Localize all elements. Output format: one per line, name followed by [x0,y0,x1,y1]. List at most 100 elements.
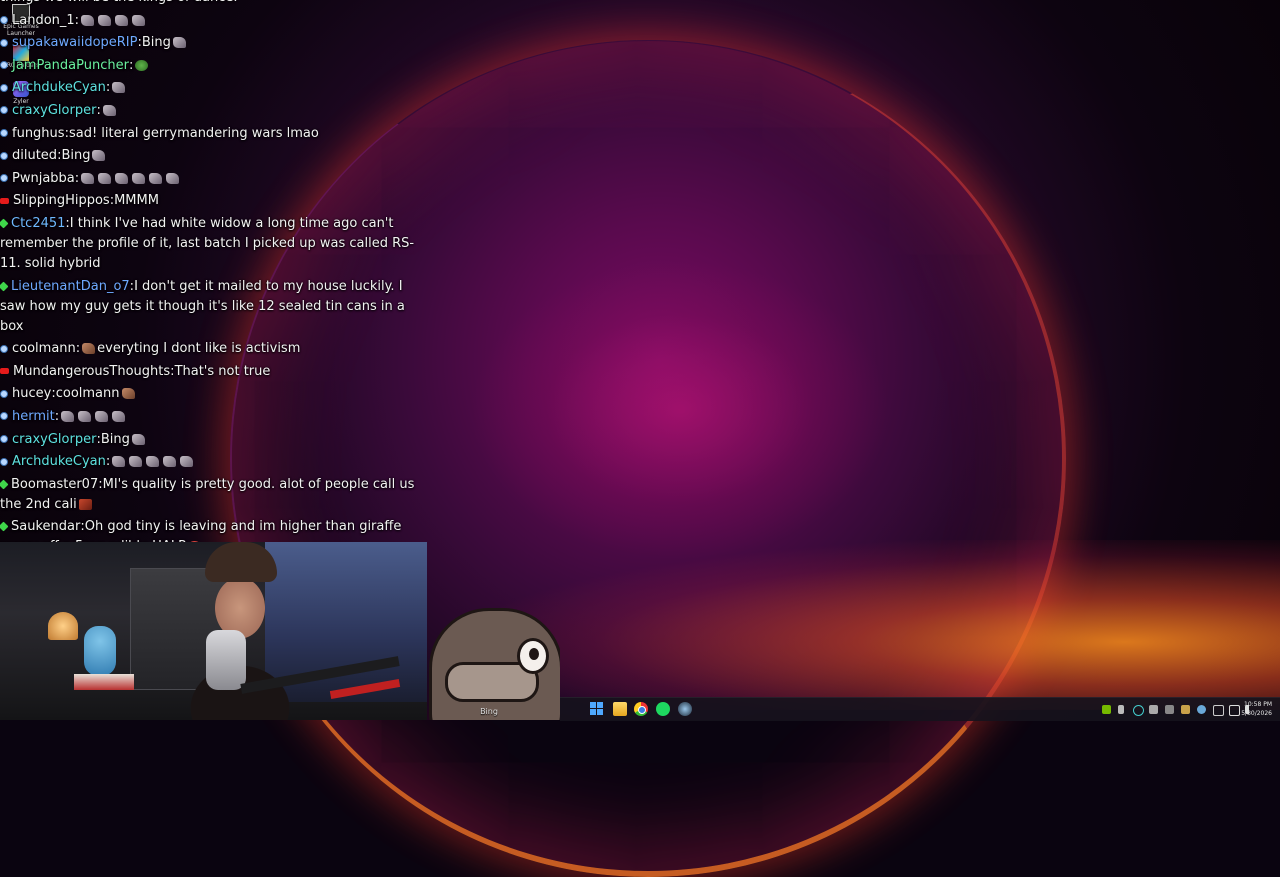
chat-message: supakawaiidopeRIP:Bing [0,33,428,53]
chat-message-text: sad! literal gerrymandering wars lmao [68,125,319,141]
spotify-icon[interactable] [656,702,670,716]
chat-message: LieutenantDan_o7:I don't get it mailed t… [0,278,405,334]
chat-message: diluted:Bing [0,146,428,166]
chat-emote-icon [81,172,95,184]
chat-username[interactable]: craxyGlorper [12,103,96,118]
chat-message: funghus:sad! literal gerrymandering wars… [0,124,428,144]
chat-message: coolmann: everyting I dont like is activi… [0,339,428,359]
kick-badge-icon [0,479,9,490]
chat-message: Pwnjabba: [0,169,428,189]
chat-emote-icon [115,14,129,26]
chat-username[interactable]: ArchdukeCyan [12,454,106,469]
mascot-pupil [529,648,539,660]
chat-message-text: Bing [141,35,171,51]
chat-username[interactable]: hucey [12,386,51,401]
chat-emote-icon [131,433,145,445]
chat-username[interactable]: coolmann [12,341,76,356]
twitch-badge-icon [0,174,8,183]
chat-emote-icon [95,410,109,422]
tray-icon[interactable] [1181,705,1190,714]
taskbar-clock[interactable]: 10:58 PM 5/30/2026 [1236,700,1272,718]
chat-message-text: things we will be the kings of dance. [0,0,238,5]
chat-message: MundangerousThoughts:That's not true [0,362,428,382]
taskbar: 10:58 PM 5/30/2026 [560,697,1280,721]
chat-emote-icon [112,82,126,94]
chat-emote-icon [149,172,163,184]
youtube-badge-icon [0,197,9,204]
steam-icon[interactable] [678,702,692,716]
twitch-badge-icon [0,151,8,160]
chat-emote-icon [172,37,186,49]
chat-overlay: things we will be the kings of dance. Lan… [0,0,428,560]
chat-username[interactable]: MundangerousThoughts [13,364,170,379]
chat-emote-icon [132,172,146,184]
chat-message-text: Bing [100,431,130,447]
chat-emote-icon [82,343,96,355]
chat-emote-icon [166,172,180,184]
webcam-toy [84,626,116,676]
chat-username[interactable]: craxyGlorper [12,432,96,447]
twitch-badge-icon [0,61,8,70]
chat-emote-icon [102,104,116,116]
chat-username[interactable]: LieutenantDan_o7 [11,279,130,294]
tray-icon[interactable] [1213,705,1224,716]
chat-emote-icon [115,172,129,184]
chat-emote-icon [121,388,135,400]
youtube-badge-icon [0,368,9,375]
chat-emote-icon [98,172,112,184]
chat-username[interactable]: Boomaster07 [11,477,98,492]
chat-emote-icon [112,456,126,468]
twitch-badge-icon [0,457,8,466]
chat-emote-icon [180,456,194,468]
chat-username[interactable]: hermit [12,409,55,424]
chat-username[interactable]: Saukendar [11,519,80,534]
chat-message-text: MMMM [114,193,159,209]
chat-message: things we will be the kings of dance. [0,0,428,8]
clock-time: 10:58 PM [1244,701,1272,708]
chat-message: Boomaster07:MI's quality is pretty good.… [0,476,415,512]
steam-tray-icon[interactable] [1197,705,1206,714]
twitch-badge-icon [0,435,8,443]
chat-emote-icon [92,150,106,162]
tray-icon[interactable] [1118,705,1124,714]
chat-emote-icon [132,14,146,26]
webcam-books [74,674,134,690]
kick-badge-icon [0,218,9,229]
chat-username[interactable]: Landon_1 [12,13,75,28]
chat-username[interactable]: funghus [12,126,65,141]
chat-username[interactable]: Pwnjabba [12,171,75,186]
tray-icon[interactable] [1133,705,1144,716]
chat-emote-icon [135,59,149,71]
chat-emote-icon [112,410,126,422]
file-explorer-icon[interactable] [613,702,627,716]
chat-username[interactable]: ArchdukeCyan [12,80,106,95]
chat-message: ArchdukeCyan: [0,78,428,98]
tray-icon[interactable] [1149,705,1158,714]
wallpaper-glow-bottom [500,540,1280,710]
webcam-lamp [48,612,78,640]
chat-message-text: coolmann [55,386,120,402]
twitch-badge-icon [0,83,8,92]
chat-username[interactable]: JamPandaPuncher [12,58,129,73]
twitch-badge-icon [0,344,8,353]
chat-message: SlippingHippos:MMMM [0,191,428,211]
windows-start-icon[interactable] [590,702,604,716]
nvidia-tray-icon[interactable] [1102,705,1111,714]
kick-badge-icon [0,281,9,291]
chat-username[interactable]: Ctc2451 [11,216,65,231]
chat-message: Landon_1: [0,11,428,31]
chat-username[interactable]: SlippingHippos [13,193,110,208]
chat-emote-icon [163,456,177,468]
twitch-badge-icon [0,389,8,398]
chat-emote-icon [78,498,92,510]
chat-username[interactable]: diluted [12,148,57,163]
chat-username[interactable]: supakawaiidopeRIP [12,35,137,50]
webcam-feed [0,542,427,720]
twitch-badge-icon [0,106,8,115]
chat-message-text: everyting I dont like is activism [97,341,301,357]
chat-emote-icon [98,14,112,26]
chat-message: Ctc2451:I think I've had white widow a l… [0,215,415,271]
chat-emote-icon [61,410,75,422]
tray-icon[interactable] [1165,705,1174,714]
chrome-icon[interactable] [634,702,648,716]
